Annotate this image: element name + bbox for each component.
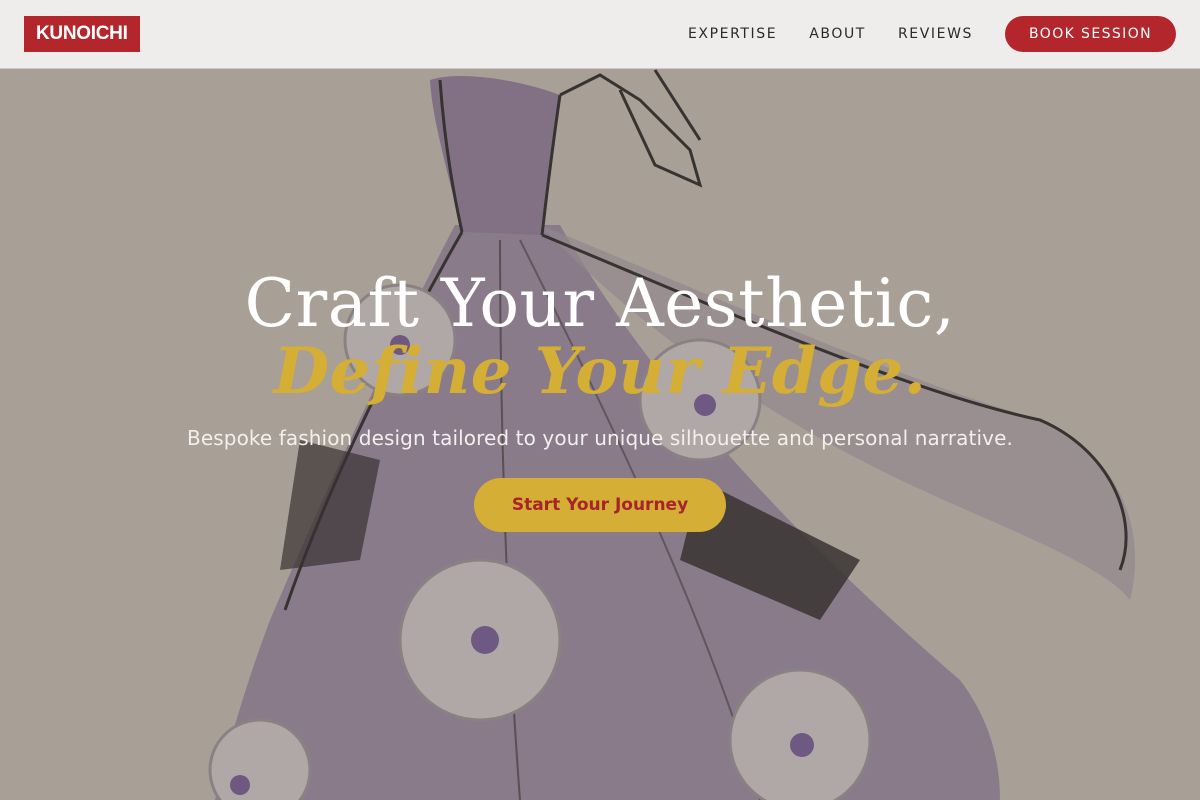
book-session-button[interactable]: BOOK SESSION xyxy=(1005,16,1176,52)
nav-link-expertise[interactable]: EXPERTISE xyxy=(688,26,777,42)
hero-section: Craft Your Aesthetic, Define Your Edge. … xyxy=(0,262,1200,532)
brand-logo[interactable]: KUNOICHI xyxy=(24,16,140,52)
nav-link-about[interactable]: ABOUT xyxy=(809,26,866,42)
top-navbar: KUNOICHI EXPERTISE ABOUT REVIEWS BOOK SE… xyxy=(0,0,1200,69)
start-journey-button[interactable]: Start Your Journey xyxy=(474,478,726,532)
hero-tagline: Define Your Edge. xyxy=(273,334,927,409)
nav-link-reviews[interactable]: REVIEWS xyxy=(898,26,973,42)
main-nav: EXPERTISE ABOUT REVIEWS BOOK SESSION xyxy=(688,16,1176,52)
hero-subtitle: Bespoke fashion design tailored to your … xyxy=(187,426,1013,450)
